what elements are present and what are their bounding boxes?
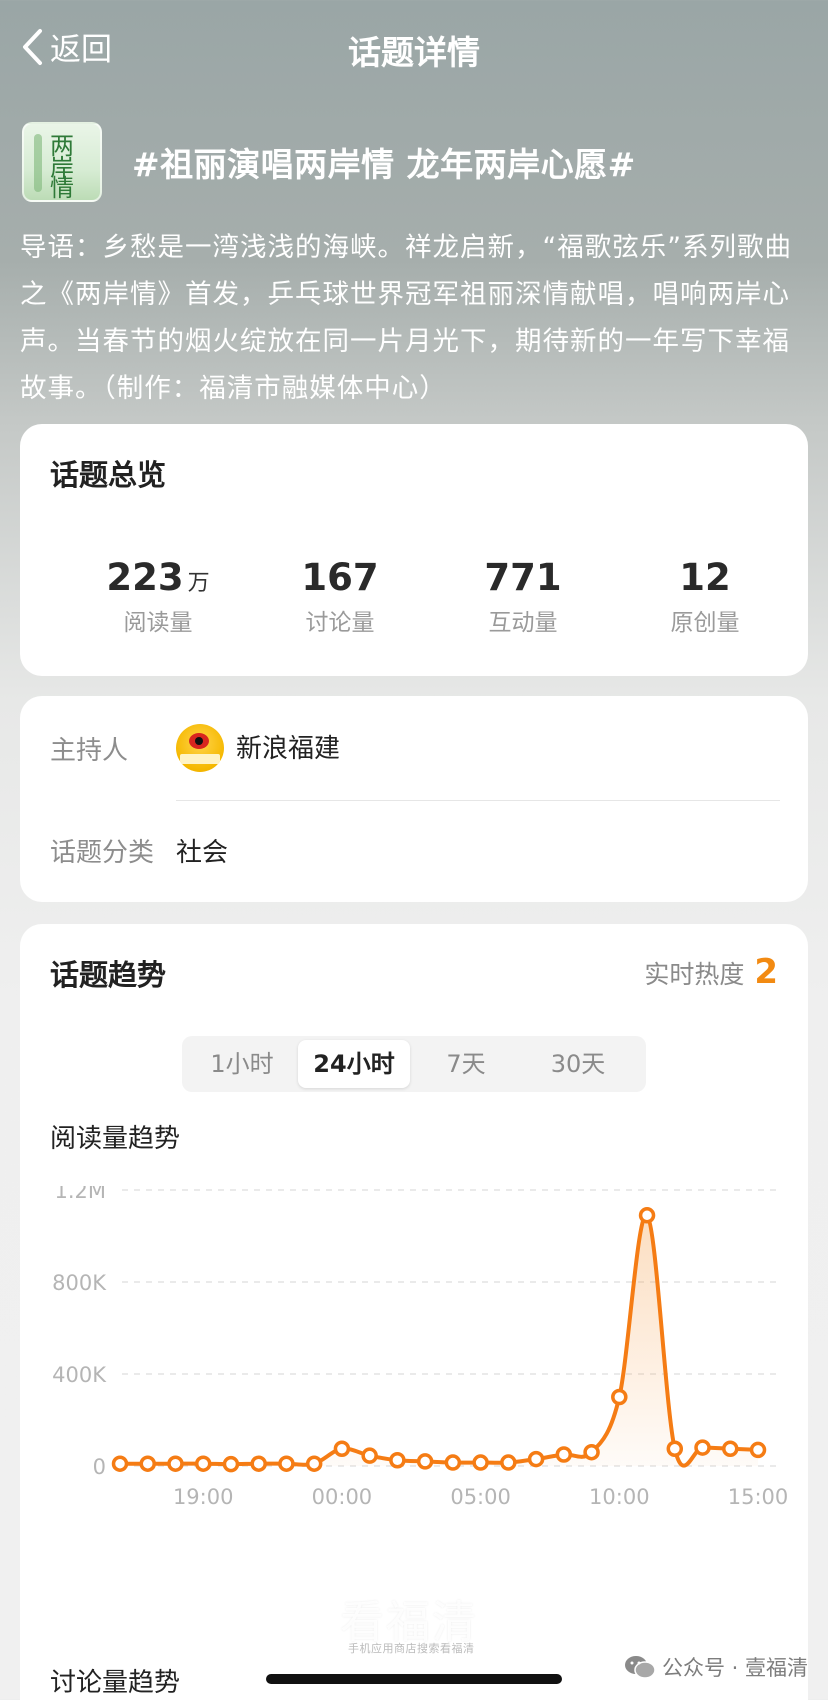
tab-7-days[interactable]: 7天 [410,1040,522,1088]
data-point [278,1455,295,1472]
data-point [638,1207,656,1224]
topic-thumbnail: 两 岸 情 [22,122,102,202]
avatar-band [180,754,220,764]
data-point [139,1455,156,1472]
heat-value: 2 [754,952,778,992]
stat-unit: 万 [187,571,210,596]
data-point [749,1441,767,1459]
stat-discussions: 167 讨论量 [250,556,430,637]
data-point [583,1443,600,1461]
data-point [694,1439,711,1456]
x-tick-label: 15:00 [728,1485,789,1509]
stat-originals: 12 原创量 [615,556,795,637]
topic-intro: 导语：乡愁是一湾浅浅的海峡。祥龙启新，“福歌弦乐”系列歌曲之《两岸情》首发，乒乓… [20,232,792,404]
thumb-char-3: 情 [50,174,74,202]
thumb-decoration [34,134,42,192]
data-point [666,1440,684,1457]
realtime-heat: 实时热度 2 [644,952,778,992]
time-range-tabs: 1小时 24小时 7天 30天 [182,1036,646,1092]
category-value: 社会 [176,838,229,868]
stat-label: 阅读量 [123,610,193,636]
watermark-subtext: 手机应用商店搜索看福清 [348,1642,475,1655]
nav-bar: 返回 话题详情 [0,0,828,96]
data-point [222,1455,240,1473]
host-name[interactable]: 新浪福建 [236,728,340,765]
heat-label: 实时热度 [644,960,745,989]
data-point [305,1455,323,1472]
host-label: 主持人 [50,736,129,766]
topic-header: 两 岸 情 #祖丽演唱两岸情 龙年两岸心愿# [22,122,636,202]
stat-interactions: 771 互动量 [433,556,613,637]
y-tick-label: 800K [52,1271,107,1295]
topic-title: #祖丽演唱两岸情 龙年两岸心愿# [132,145,636,184]
data-point [361,1447,378,1464]
overview-title: 话题总览 [50,458,167,492]
data-point [444,1454,462,1471]
data-point [167,1455,184,1472]
data-point [722,1440,739,1457]
wechat-icon [624,1656,656,1679]
tab-30-days[interactable]: 30天 [522,1040,634,1088]
page-title: 话题详情 [348,33,480,72]
y-tick-label: 0 [93,1455,106,1479]
data-point [194,1455,212,1472]
data-point [472,1454,489,1471]
stat-value: 771 [484,556,562,599]
stat-value: 12 [679,556,731,599]
y-tick-label: 400K [52,1363,107,1387]
tab-24-hours[interactable]: 24小时 [298,1040,410,1088]
stat-reads: 223 万 阅读量 [68,556,248,637]
data-point [500,1454,517,1471]
stat-value: 223 [106,556,184,599]
category-label: 话题分类 [50,838,155,868]
wechat-attribution: 公众号 · 壹福清 [624,1652,808,1682]
divider [176,800,780,801]
wechat-text: 公众号 · 壹福清 [661,1656,808,1680]
data-point [333,1440,351,1457]
trend-card: 话题趋势 实时热度 2 1小时 24小时 7天 30天 阅读量趋势 0 400K 8… [20,924,808,1700]
read-trend-title: 阅读量趋势 [50,1124,181,1154]
stat-label: 讨论量 [305,610,375,636]
x-tick-label: 19:00 [173,1485,234,1509]
data-point [389,1452,406,1469]
avatar[interactable] [176,724,224,772]
y-tick-label: 1.2M [54,1186,106,1203]
host-card: 主持人 新浪福建 话题分类 社会 [20,696,808,902]
x-tick-label: 10:00 [589,1485,650,1509]
home-indicator[interactable] [266,1674,562,1684]
avatar-eye [189,733,209,749]
x-tick-label: 00:00 [312,1485,373,1509]
data-point [555,1446,573,1463]
data-point [250,1455,267,1472]
discuss-trend-title: 讨论量趋势 [50,1668,181,1698]
tab-1-hour[interactable]: 1小时 [186,1040,298,1088]
data-point [416,1453,434,1470]
trend-title: 话题趋势 [50,958,167,992]
overview-card: 话题总览 223 万 阅读量 167 讨论量 771 互动量 12 原创量 [20,424,808,676]
data-point [527,1450,545,1468]
stat-label: 互动量 [488,610,558,636]
stat-value: 167 [301,556,379,599]
data-point [111,1455,129,1472]
x-tick-label: 05:00 [450,1485,511,1509]
stat-label: 原创量 [670,610,740,636]
data-point [611,1388,628,1406]
read-trend-chart: 0 400K 800K 1.2M 19:00 00:00 05:00 10:00 15:00 [52,1186,789,1509]
